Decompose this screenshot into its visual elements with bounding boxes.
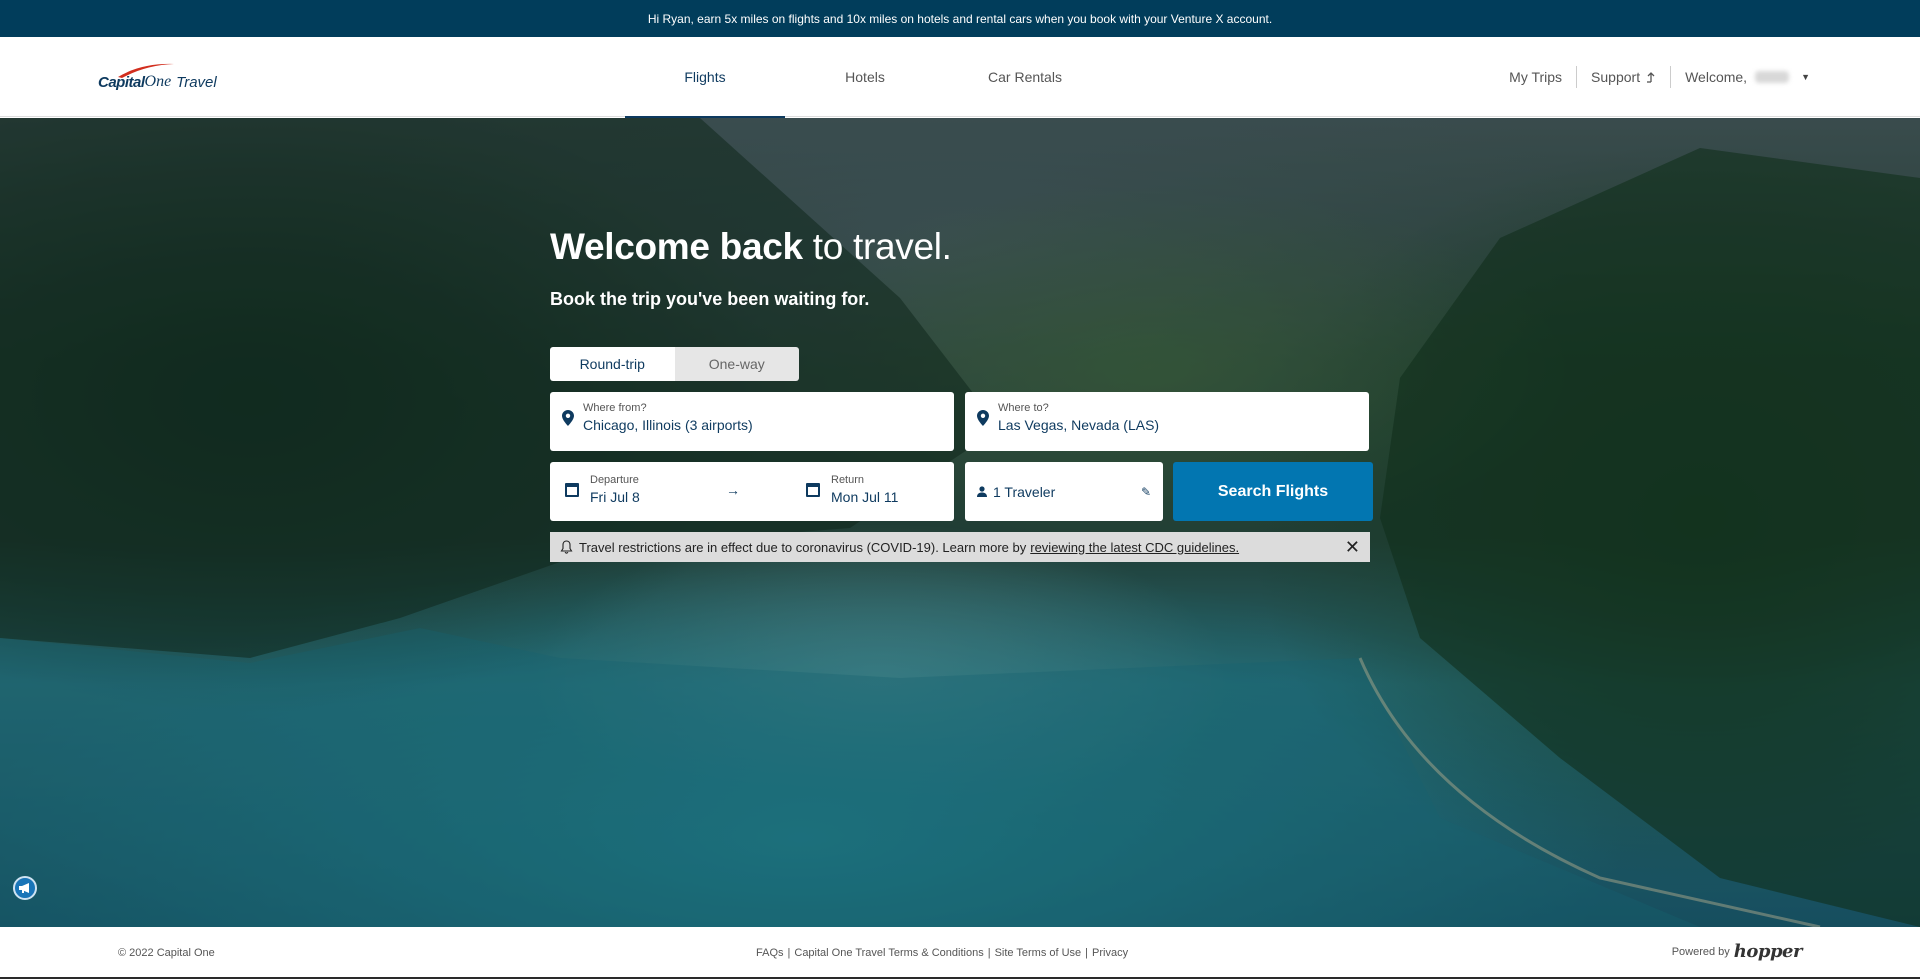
covid-alert-text: Travel restrictions are in effect due to… [579,539,1027,555]
departure-date-input[interactable]: Departure Fri Jul 8 [565,474,640,505]
return-date-input[interactable]: Return Mon Jul 11 [806,474,898,505]
destination-input[interactable]: Where to? Las Vegas, Nevada (LAS) [965,392,1369,451]
one-way-option[interactable]: One-way [674,347,799,381]
origin-value: Chicago, Illinois (3 airports) [583,417,753,433]
hero-title-bold: Welcome back [550,226,803,267]
destination-value: Las Vegas, Nevada (LAS) [998,417,1160,433]
destination-label: Where to? [998,402,1049,414]
promo-text: Hi Ryan, earn 5x miles on flights and 10… [647,11,1273,26]
calendar-icon [806,482,820,497]
footer-separator: | [1085,947,1089,959]
capital-one-travel-logo[interactable]: Capital One Travel [98,59,217,95]
account-menu[interactable]: Welcome, ▼ [1671,69,1824,85]
traveler-selector[interactable]: 1 Traveler ✎ [965,462,1163,521]
tab-flights[interactable]: Flights [625,37,785,118]
bell-icon [560,540,573,554]
hero-subtitle: Book the trip you've been waiting for. [550,289,870,309]
footer-separator: | [987,947,991,959]
calendar-icon [565,482,579,497]
departure-value: Fri Jul 8 [590,489,640,505]
trip-type-toggle: Round-trip One-way [550,347,799,381]
support-label: Support [1591,69,1641,85]
powered-by: Powered by hopper [1671,941,1803,962]
powered-by-label: Powered by [1671,945,1730,958]
logo-one: One [144,73,172,90]
cdc-guidelines-link[interactable]: reviewing the latest CDC guidelines. [1030,540,1239,555]
copyright-text: © 2022 Capital One [118,947,215,959]
date-range-picker: Departure Fri Jul 8 → Return Mon Jul 11 [550,462,954,521]
hero-title-light: to travel. [802,226,952,267]
edit-pencil-icon: ✎ [1140,484,1151,499]
hero-overlay [0,118,1920,927]
blurred-user-name [1755,71,1790,83]
privacy-link[interactable]: Privacy [1092,947,1128,959]
promo-banner: Hi Ryan, earn 5x miles on flights and 10… [0,0,1920,37]
hero-title: Welcome back to travel. [550,226,952,268]
departure-label: Departure [590,474,639,486]
close-icon[interactable]: ✕ [1345,537,1360,558]
tab-car-rentals-label: Car Rentals [988,69,1062,85]
search-flights-button[interactable]: Search Flights [1173,462,1373,521]
covid-alert-banner: Travel restrictions are in effect due to… [550,532,1370,562]
site-terms-link[interactable]: Site Terms of Use [995,947,1082,959]
site-footer: © 2022 Capital One FAQs | Capital One Tr… [0,927,1920,979]
tab-hotels-label: Hotels [845,69,885,85]
main-nav: Flights Hotels Car Rentals [625,37,1105,118]
origin-label: Where from? [583,402,647,414]
logo-travel: Travel [176,74,217,91]
round-trip-option[interactable]: Round-trip [550,347,675,381]
return-label: Return [831,474,865,486]
traveler-count: 1 Traveler [993,483,1056,500]
hero-section: Welcome back to travel. Book the trip yo… [0,118,1920,927]
welcome-label: Welcome, [1685,69,1748,85]
external-link-icon [1647,72,1655,83]
tab-car-rentals[interactable]: Car Rentals [945,37,1105,117]
location-pin-icon [977,409,989,426]
megaphone-icon [19,883,29,893]
hopper-logo: hopper [1733,941,1803,962]
account-nav: My Trips Support Welcome, ▼ [1495,37,1824,117]
terms-conditions-link[interactable]: Capital One Travel Terms & Conditions [794,947,983,959]
chevron-down-icon: ▼ [1801,72,1810,82]
location-pin-icon [562,409,574,426]
person-icon [977,486,987,497]
my-trips-link[interactable]: My Trips [1495,69,1576,85]
tab-flights-label: Flights [684,69,726,85]
my-trips-label: My Trips [1509,69,1563,85]
tab-hotels[interactable]: Hotels [785,37,945,117]
site-header: Capital One Travel Flights Hotels Car Re… [0,37,1920,118]
support-link[interactable]: Support [1577,69,1670,85]
footer-links: FAQs | Capital One Travel Terms & Condit… [756,947,1128,959]
origin-input[interactable]: Where from? Chicago, Illinois (3 airport… [550,392,954,451]
footer-separator: | [787,947,791,959]
faqs-link[interactable]: FAQs [756,947,784,959]
feedback-button[interactable] [13,876,37,900]
arrow-right-icon: → [726,482,740,498]
return-value: Mon Jul 11 [831,489,899,505]
logo-capital: Capital [98,74,145,91]
